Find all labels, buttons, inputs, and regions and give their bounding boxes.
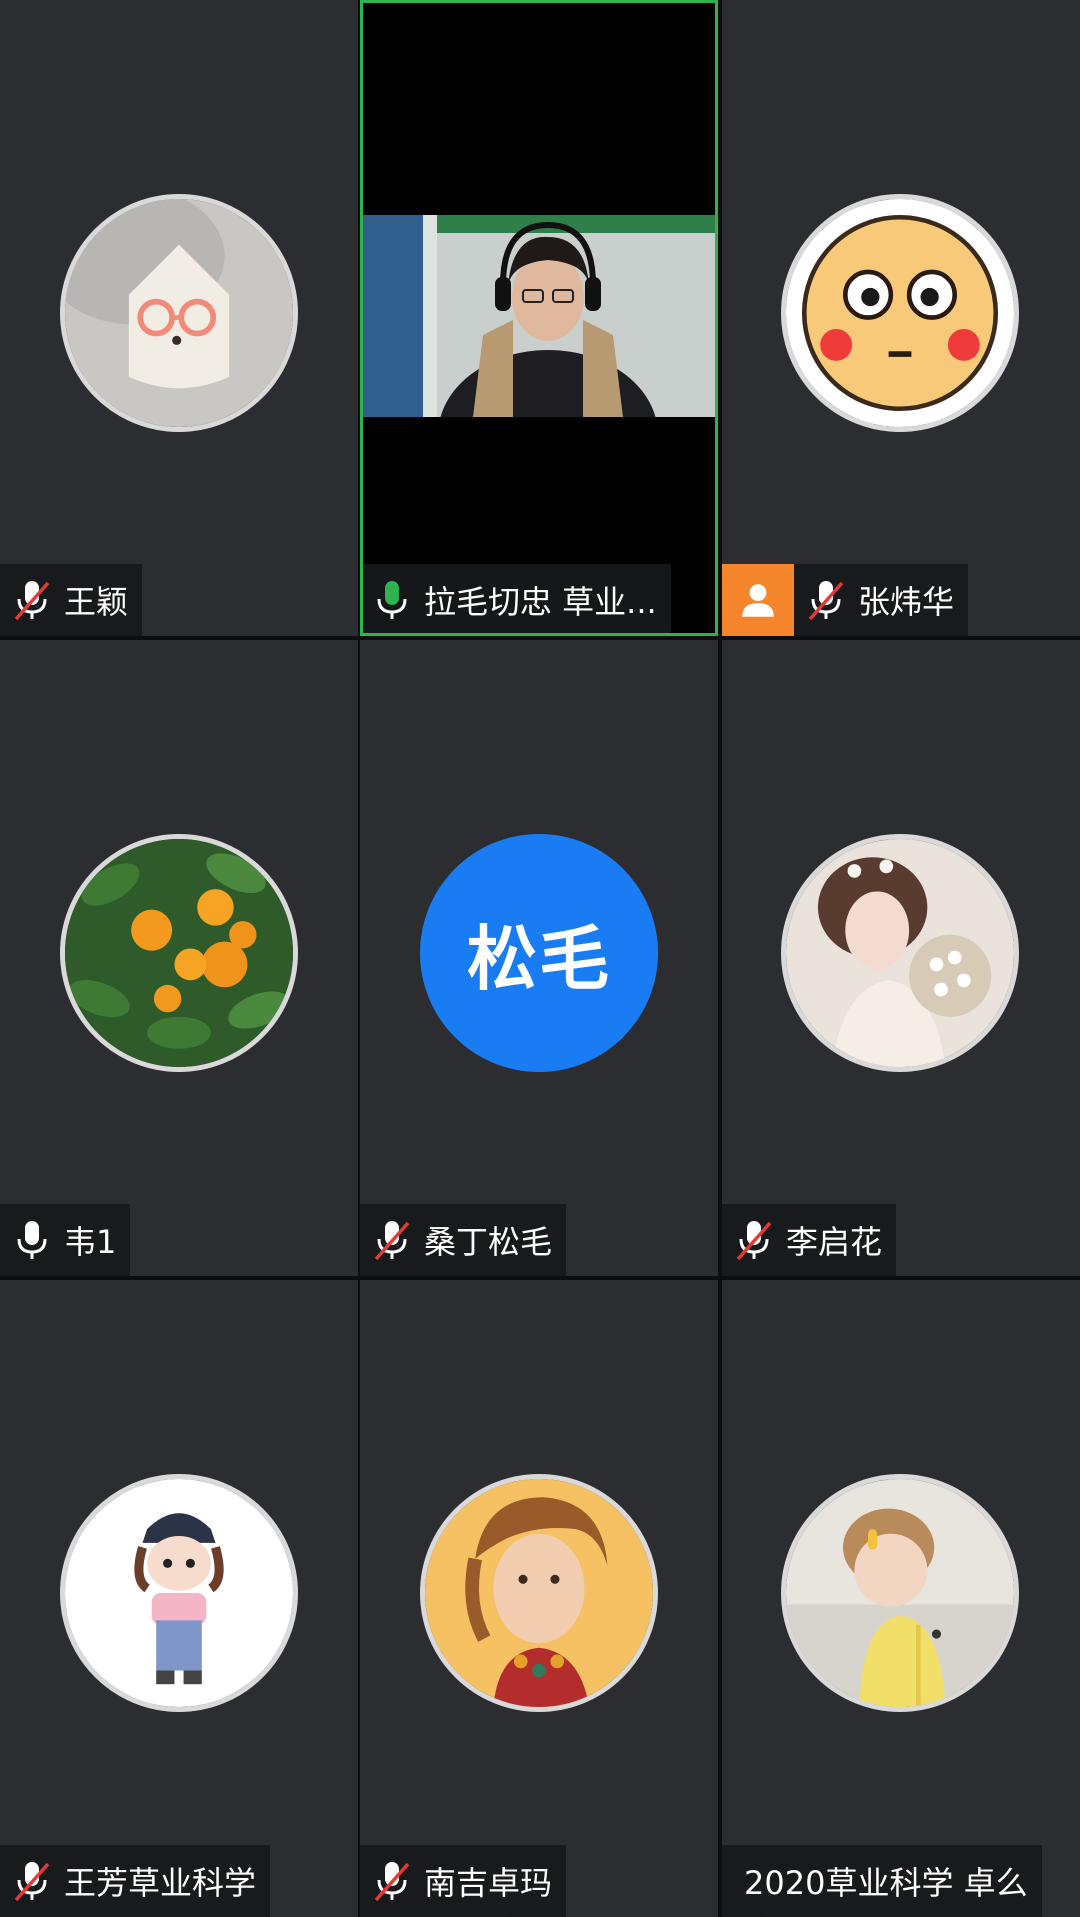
participant-avatar: [781, 1474, 1019, 1712]
participant-label: 南吉卓玛: [360, 1845, 567, 1917]
participant-tile[interactable]: 南吉卓玛: [360, 1280, 718, 1917]
participant-label: 张炜华: [722, 564, 969, 636]
orange-tree-avatar: [65, 839, 293, 1067]
participant-tile[interactable]: 李启花: [722, 640, 1080, 1276]
participant-name: 韦1: [64, 1223, 117, 1261]
participant-grid: 王颖 拉毛切忠 草业... 张炜华 韦1 松毛 桑丁松毛 李启花 王芳草业科学 …: [0, 0, 1080, 1917]
participant-tile[interactable]: 王芳草业科学: [0, 1280, 358, 1917]
participant-label: 韦1: [0, 1204, 131, 1276]
mic-muted-icon: [14, 1862, 50, 1902]
host-badge: [722, 564, 794, 636]
mic-icon: [17, 1221, 47, 1259]
mic-muted-icon: [808, 581, 844, 621]
participant-label: 拉毛切忠 草业...: [363, 564, 671, 633]
mic-active-icon: [377, 581, 407, 619]
mic-muted-icon: [374, 1862, 410, 1902]
participant-avatar: [420, 1474, 658, 1712]
participant-avatar: [60, 194, 298, 432]
blushing-face-emoji-avatar: [786, 199, 1014, 427]
mic-muted-icon: [374, 1221, 410, 1261]
painted-portrait-avatar: [425, 1479, 653, 1707]
woman-with-flowers-avatar: [786, 839, 1014, 1067]
participant-label: 李启花: [722, 1204, 897, 1276]
cartoon-girl-cap-avatar: [65, 1479, 293, 1707]
video-feed: [363, 3, 715, 633]
participant-avatar: [60, 1474, 298, 1712]
participant-avatar: [60, 834, 298, 1072]
participant-tile[interactable]: 韦1: [0, 640, 358, 1276]
participant-name: 张炜华: [858, 583, 955, 621]
participant-label: 王颖: [0, 564, 143, 636]
participant-name: 王芳草业科学: [64, 1864, 257, 1902]
participant-avatar: [781, 194, 1019, 432]
participant-name: 桑丁松毛: [424, 1223, 553, 1261]
participant-label: 桑丁松毛: [360, 1204, 567, 1276]
participant-name: 2020草业科学 卓么: [744, 1864, 1028, 1902]
participant-name: 王颖: [64, 583, 129, 621]
participant-tile[interactable]: 王颖: [0, 0, 358, 636]
person-icon: [742, 584, 774, 617]
participant-label: 2020草业科学 卓么: [722, 1845, 1042, 1917]
participant-name: 南吉卓玛: [424, 1864, 553, 1902]
participant-tile[interactable]: 松毛 桑丁松毛: [360, 640, 718, 1276]
pillow-with-glasses-avatar: [65, 199, 293, 427]
toddler-photo-avatar: [786, 1479, 1014, 1707]
participant-tile[interactable]: 张炜华: [722, 0, 1080, 636]
participant-name: 李启花: [786, 1223, 883, 1261]
participant-avatar: [781, 834, 1019, 1072]
participant-label: 王芳草业科学: [0, 1845, 271, 1917]
participant-tile[interactable]: 2020草业科学 卓么: [722, 1280, 1080, 1917]
camera-video: [363, 215, 715, 417]
mic-muted-icon: [736, 1221, 772, 1261]
text-avatar: 松毛: [420, 834, 658, 1072]
participant-tile-active-speaker[interactable]: 拉毛切忠 草业...: [360, 0, 718, 636]
participant-name: 拉毛切忠 草业...: [424, 583, 657, 621]
mic-muted-icon: [14, 581, 50, 621]
